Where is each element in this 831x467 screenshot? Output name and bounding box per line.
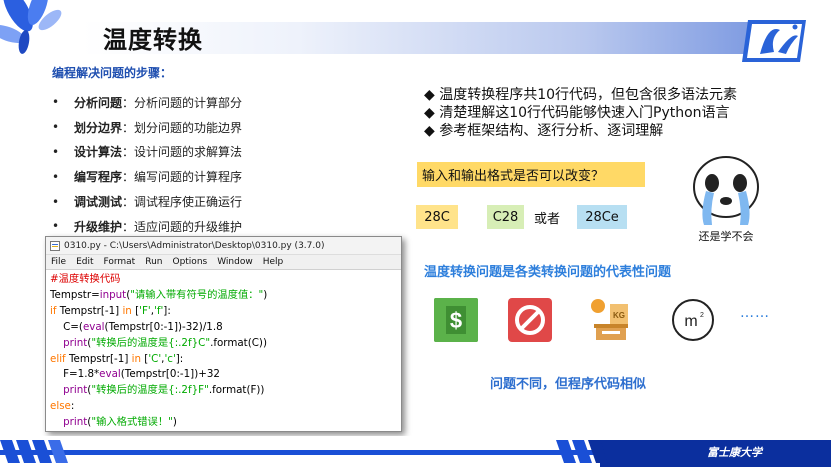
code-line: print("转换后的温度是{:.2f}F".format(F)) [63,384,265,397]
weight-scale-icon: KG [591,299,628,340]
svg-text:m: m [684,313,697,330]
code-line: Tempstr=input("请输入带有符号的温度值：") [50,288,268,301]
university-logo-icon [742,20,806,62]
page-title: 温度转换 [103,26,203,54]
format-tag-28ce: 28Ce [577,205,627,229]
code-line: C=(eval(Tempstr[0:-1])-32)/1.8 [50,320,223,333]
list-item: • 划分边界 ：划分问题的功能边界 [52,120,243,135]
list-item: • 设计算法 ：设计问题的求解算法 [52,144,243,160]
or-label: 或者 [534,212,561,227]
menu-window[interactable]: Window [212,257,258,267]
representative-heading: 温度转换问题是各类转换问题的代表性问题 [424,265,672,280]
key-point: ◆ 清楚理解这10行代码能够快速入门Python语言 [424,105,730,121]
code-line: elif Tempstr[-1] in ['C','c']: [50,352,184,365]
currency-icon: $ [434,298,478,342]
question-box: 输入和输出格式是否可以改变？ [417,162,645,187]
menu-help[interactable]: Help [258,257,289,267]
code-line: #温度转换代码 [50,273,121,285]
code-line: F=1.8*eval(Tempstr[0:-1])+32 [50,368,220,381]
conclusion-text: 问题不同，但程序代码相似 [490,377,647,392]
idle-editor-window[interactable]: 0310.py - C:\Users\Administrator\Desktop… [45,236,402,432]
python-file-icon [50,240,60,251]
steps-heading: 编程解决问题的步骤： [52,66,173,80]
ellipsis: …… [740,305,770,321]
code-line: if Tempstr[-1] in ['F','f']: [50,304,171,317]
menu-edit[interactable]: Edit [71,257,98,267]
meme-caption: 还是学不会 [698,230,754,243]
format-tag-c28: C28 [487,205,524,229]
footer-chevron-decoration-right [556,440,608,463]
university-name: 富士康大学 [707,446,762,459]
area-unit-icon: m 2 [672,299,714,341]
list-item: • 调试测试 ：调试程序使正确运行 [52,194,243,210]
footer-chevron-decoration [0,440,68,463]
menu-format[interactable]: Format [99,257,141,267]
code-line: print("输入格式错误！") [63,416,177,429]
menu-file[interactable]: File [46,257,71,267]
key-point: ◆ 温度转换程序共10行代码，但包含很多语法元素 [424,87,738,103]
unit-convert-icon [508,298,552,342]
format-tag-28c: 28C [416,205,458,229]
key-point: ◆ 参考框架结构、逐行分析、逐词理解 [424,123,664,139]
list-item: • 编写程序 ：编写问题的计算程序 [52,169,243,185]
code-line: else: [50,400,75,413]
steps-list: • 分析问题 ：分析问题的计算部分 • 划分边界 ：划分问题的功能边界 • 设计算法 ：设计… [52,90,352,239]
svg-text:KG: KG [613,311,625,320]
list-item: • 分析问题 ：分析问题的计算部分 [52,95,243,110]
window-titlebar[interactable]: 0310.py - C:\Users\Administrator\Desktop… [46,237,401,255]
svg-text:$: $ [450,308,462,333]
petal-decoration [0,0,62,54]
menu-bar: File Edit Format Run Options Window Help [46,255,401,270]
menu-options[interactable]: Options [167,257,212,267]
menu-run[interactable]: Run [140,257,167,267]
code-editor[interactable]: #温度转换代码 Tempstr=input("请输入带有符号的温度值：") if… [46,270,401,431]
key-points: ◆ 温度转换程序共10行代码，但包含很多语法元素 ◆ 清楚理解这10行代码能够快… [424,86,737,140]
svg-text:2: 2 [700,312,704,319]
window-title: 0310.py - C:\Users\Administrator\Desktop… [64,240,325,251]
code-line: print("转换后的温度是{:.2f}C".format(C)) [63,336,267,349]
